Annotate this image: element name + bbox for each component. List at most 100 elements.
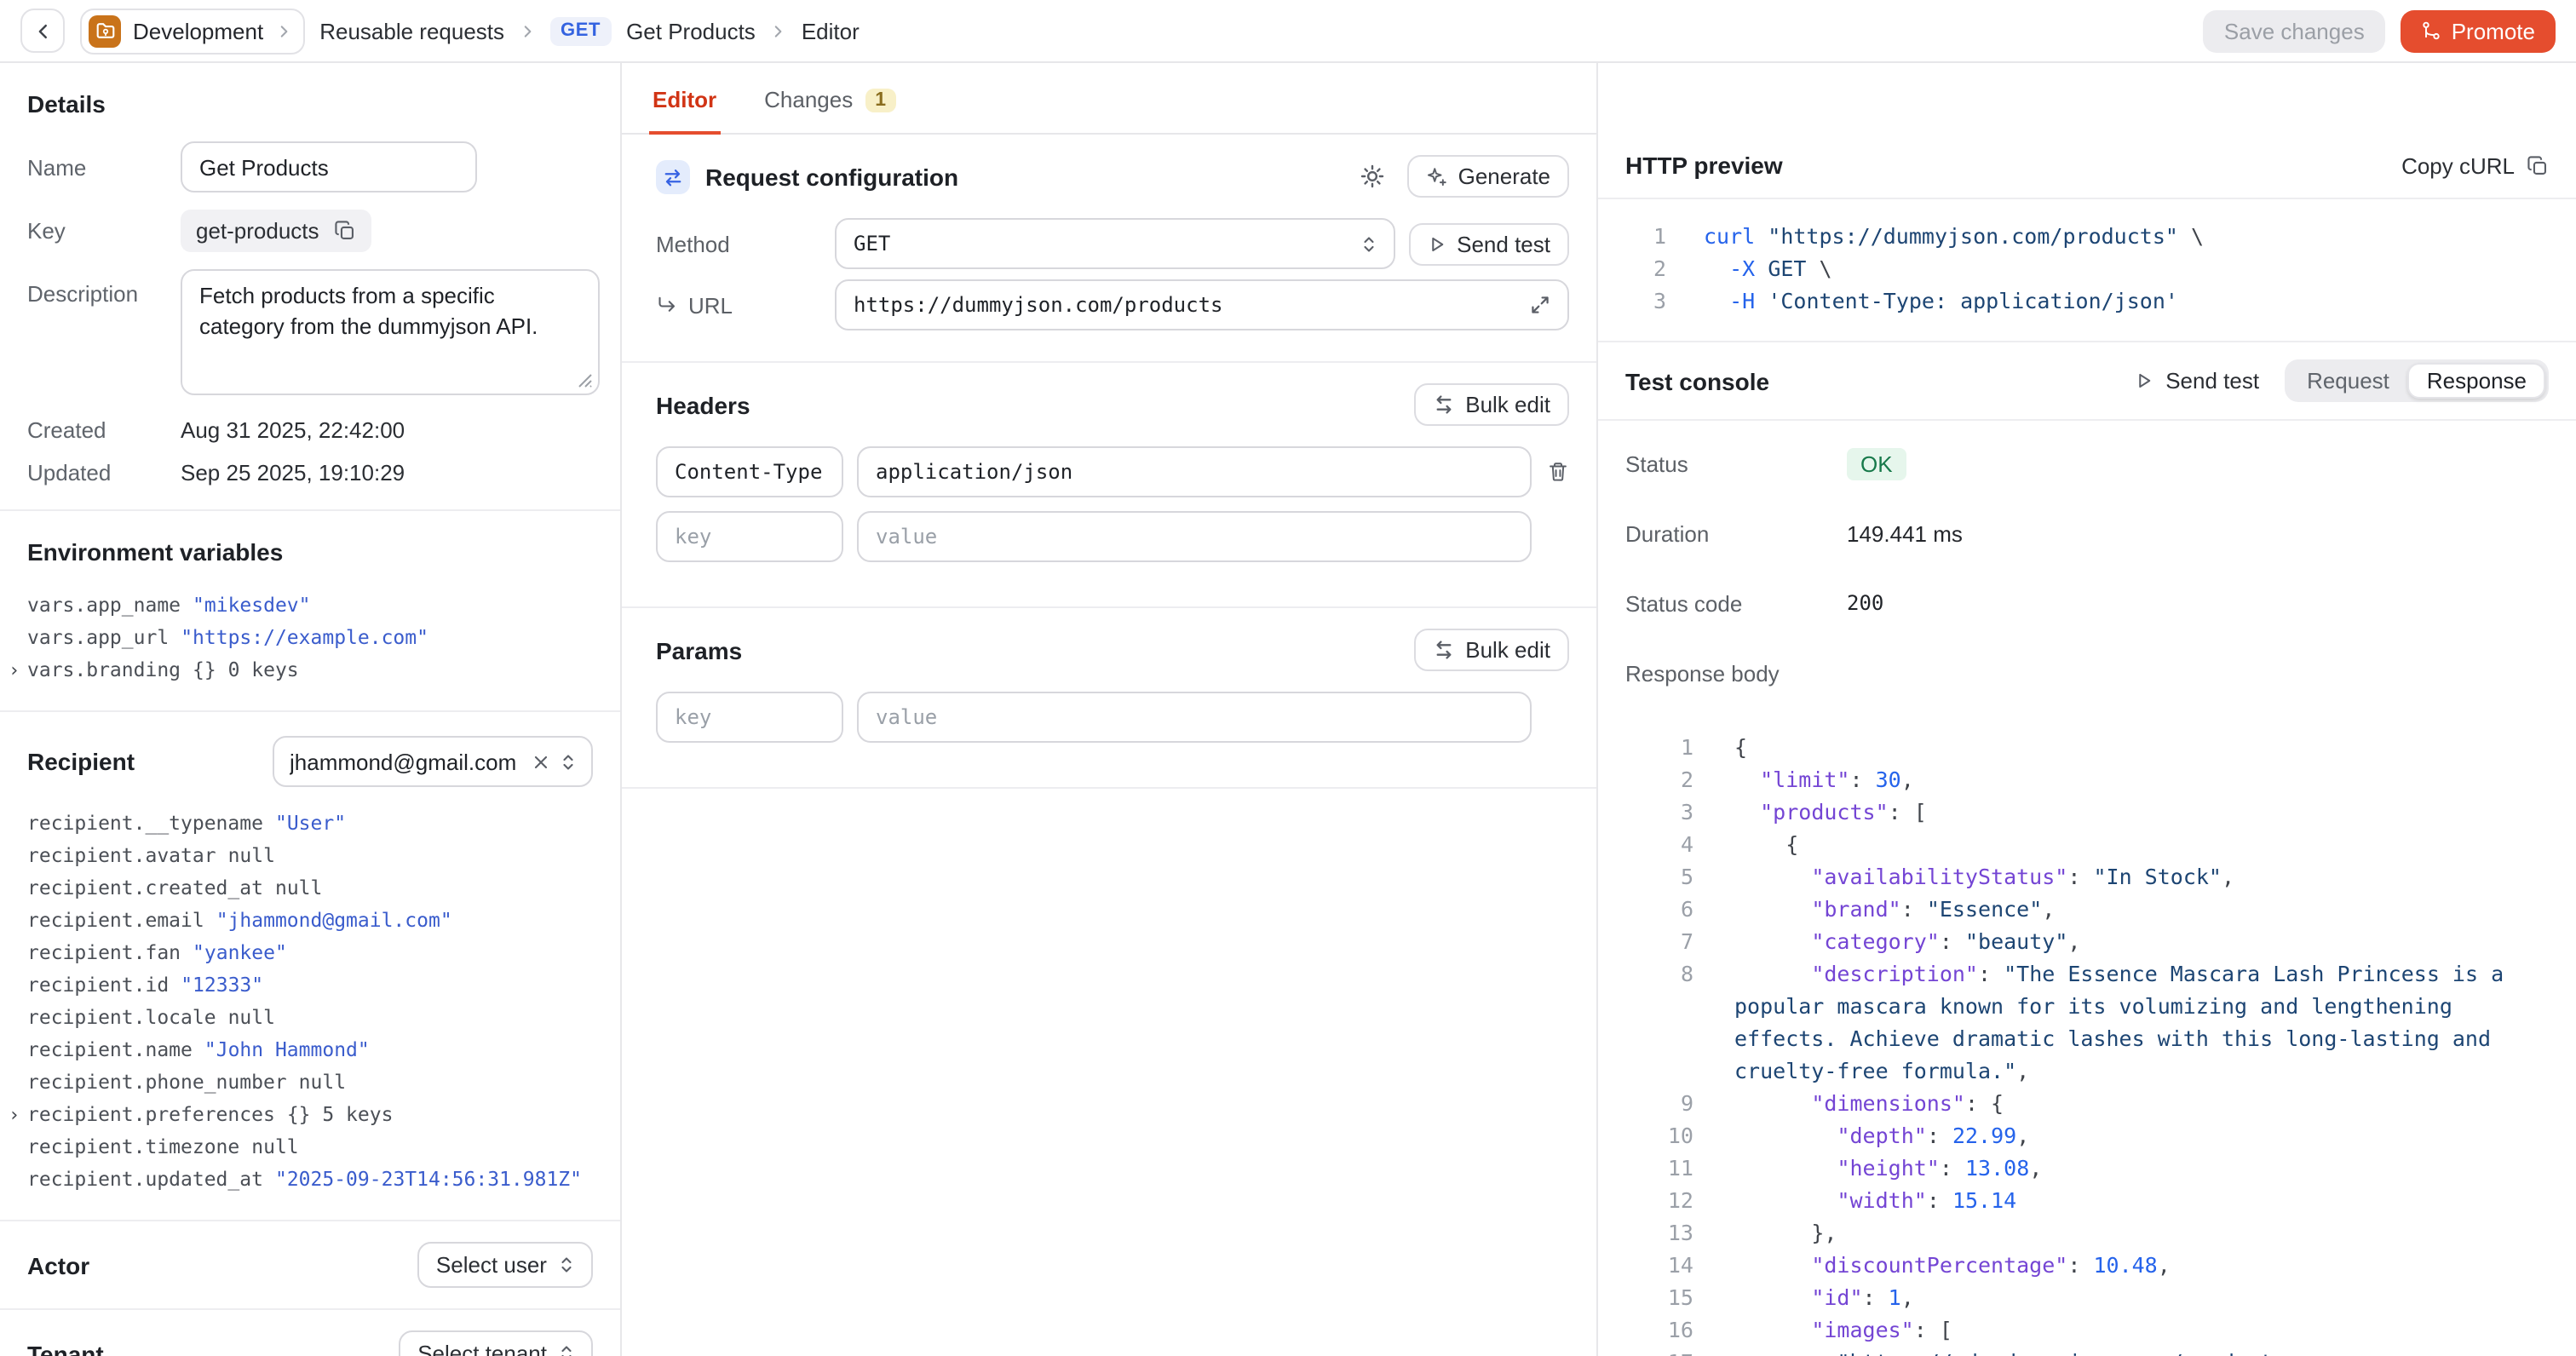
environment-variable-list: vars.app_name"mikesdev"vars.app_url"http… [27, 589, 593, 687]
bulk-edit-icon [1433, 639, 1455, 661]
chevron-right-icon [771, 23, 786, 38]
description-textarea[interactable]: Fetch products from a specific category … [181, 269, 600, 395]
line-number: 10 [1625, 1119, 1693, 1152]
response-line-content: "id": 1, [1693, 1281, 2549, 1313]
tab-editor[interactable]: Editor [649, 87, 720, 135]
params-bulk-edit-button[interactable]: Bulk edit [1414, 629, 1569, 671]
method-badge: GET [550, 16, 611, 45]
created-value: Aug 31 2025, 22:42:00 [181, 417, 405, 443]
status-label: Status [1625, 451, 1847, 476]
recipient-select[interactable]: jhammond@gmail.com [273, 736, 593, 787]
breadcrumb-request-name[interactable]: Get Products [626, 18, 756, 43]
tenant-select[interactable]: Select tenant [399, 1330, 593, 1356]
copy-curl-button[interactable]: Copy cURL [2401, 152, 2549, 178]
response-line-content: { [1693, 731, 2549, 763]
expand-icon[interactable] [1530, 295, 1550, 315]
editor-column: EditorChanges1 Request configuration [622, 63, 1598, 1356]
curl-line: 2 -X GET \ [1625, 252, 2549, 284]
line-number: 1 [1625, 731, 1693, 763]
line-number: 13 [1625, 1216, 1693, 1249]
recipient-field-key: recipient.updated_at [27, 1167, 263, 1191]
curl-line-content: -X GET \ [1666, 252, 2549, 284]
expand-chevron-icon[interactable]: › [9, 654, 20, 687]
recipient-field-value: {} 5 keys [287, 1102, 394, 1126]
param-row [656, 692, 1569, 743]
param-key-input[interactable] [656, 692, 843, 743]
recipient-field-value: "John Hammond" [204, 1037, 370, 1061]
save-changes-button[interactable]: Save changes [2204, 9, 2385, 52]
request-configuration-header: Request configuration Generate [656, 155, 1569, 198]
method-row: Method GET Send test [656, 218, 1569, 269]
recipient-field-value: "jhammond@gmail.com" [216, 908, 452, 932]
line-number: 8 [1625, 957, 1693, 1087]
header-value-input[interactable] [857, 511, 1532, 562]
gear-icon[interactable] [1360, 164, 1385, 189]
key-label: Key [27, 218, 181, 244]
curl-line-content: -H 'Content-Type: application/json' [1666, 284, 2549, 317]
promote-button[interactable]: Promote [2401, 9, 2556, 52]
header-key-input[interactable] [656, 446, 843, 497]
copy-icon [2527, 154, 2549, 176]
recipient-field-row: recipient.phone_numbernull [27, 1066, 593, 1099]
updated-value: Sep 25 2025, 19:10:29 [181, 460, 405, 486]
env-var-row: vars.app_name"mikesdev" [27, 589, 593, 622]
app: Development Reusable requests GET Get Pr… [0, 0, 2576, 1356]
response-line: 12 "width": 15.14 [1625, 1184, 2549, 1216]
workspace-folder-icon [89, 14, 121, 47]
resize-handle-icon[interactable] [578, 373, 593, 388]
headers-bulk-edit-button[interactable]: Bulk edit [1414, 383, 1569, 426]
created-label: Created [27, 417, 181, 443]
line-number: 2 [1625, 252, 1666, 284]
recipient-field-key: recipient.fan [27, 940, 181, 964]
actor-select[interactable]: Select user [417, 1242, 593, 1288]
breadcrumb-reusable-requests[interactable]: Reusable requests [319, 18, 504, 43]
generate-button[interactable]: Generate [1407, 155, 1569, 198]
method-select[interactable]: GET [835, 218, 1395, 269]
status-code-row: Status code 200 [1625, 584, 2549, 622]
recipient-field-row: recipient.name"John Hammond" [27, 1034, 593, 1066]
name-label: Name [27, 154, 181, 180]
recipient-field-key: recipient.avatar [27, 843, 216, 867]
url-input[interactable]: https://dummyjson.com/products [835, 279, 1569, 330]
curl-preview-code: 1curl "https://dummyjson.com/products" \… [1598, 199, 2576, 342]
recipient-field-value: null [251, 1135, 298, 1158]
expand-chevron-icon[interactable]: › [9, 1099, 20, 1131]
description-row: Description Fetch products from a specif… [27, 269, 593, 400]
request-tab[interactable]: Request [2288, 363, 2408, 399]
response-line-content: "images": [ [1693, 1313, 2549, 1346]
url-label: URL [656, 292, 835, 318]
response-line: 14 "discountPercentage": 10.48, [1625, 1249, 2549, 1281]
send-test-button[interactable]: Send test [1409, 222, 1569, 265]
request-configuration-actions: Generate [1360, 155, 1569, 198]
param-kv-list [656, 692, 1569, 743]
promote-label: Promote [2452, 18, 2535, 43]
delete-row-icon[interactable] [1545, 460, 1569, 484]
chevron-up-down-icon [561, 750, 576, 773]
promote-branch-icon [2421, 20, 2441, 41]
environment-variables-section: Environment variables vars.app_name"mike… [0, 511, 620, 712]
name-input[interactable] [181, 141, 477, 192]
recipient-field-row: recipient.__typename"User" [27, 807, 593, 840]
response-line: 10 "depth": 22.99, [1625, 1119, 2549, 1152]
tenant-section: Tenant Select tenant [0, 1310, 620, 1356]
clear-icon[interactable] [533, 754, 549, 769]
line-number: 12 [1625, 1184, 1693, 1216]
response-line-content: "category": "beauty", [1693, 925, 2549, 957]
status-badge: OK [1847, 447, 1906, 480]
console-send-test-label: Send test [2165, 368, 2259, 394]
header-row [656, 511, 1569, 562]
header-key-input[interactable] [656, 511, 843, 562]
recipient-field-row: recipient.updated_at"2025-09-23T14:56:31… [27, 1164, 593, 1196]
param-value-input[interactable] [857, 692, 1532, 743]
bulk-edit-label: Bulk edit [1465, 392, 1550, 417]
back-button[interactable] [20, 9, 65, 53]
tab-changes[interactable]: Changes1 [761, 87, 900, 135]
tenant-heading: Tenant [27, 1340, 104, 1356]
workspace-switcher[interactable]: Development [80, 8, 304, 54]
recipient-field-value: null [228, 1005, 275, 1029]
line-number: 5 [1625, 860, 1693, 893]
console-send-test-button[interactable]: Send test [2135, 368, 2259, 394]
copy-icon[interactable] [335, 220, 357, 242]
header-value-input[interactable] [857, 446, 1532, 497]
response-tab[interactable]: Response [2408, 363, 2545, 399]
